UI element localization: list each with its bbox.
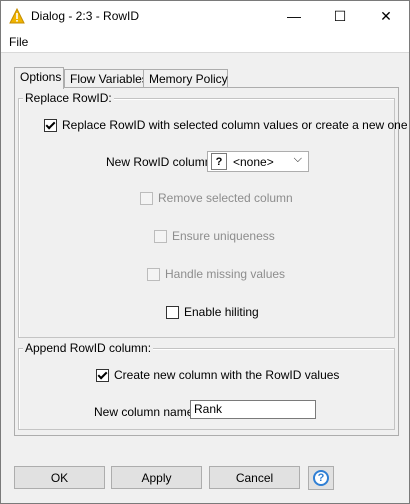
new-column-name-label: New column name: (94, 405, 197, 419)
checkbox-box[interactable] (166, 305, 179, 319)
new-rowid-column-select[interactable]: ? <none> ⌵ (207, 151, 309, 172)
window-title: Dialog - 2:3 - RowID (31, 9, 140, 23)
append-rowid-group-title: Append RowID column: (23, 341, 154, 355)
replace-rowid-label: Replace RowID with selected column value… (62, 118, 408, 132)
cancel-button[interactable]: Cancel (209, 466, 300, 489)
apply-button[interactable]: Apply (111, 466, 202, 489)
remove-selected-column-label: Remove selected column (158, 191, 293, 205)
help-icon: ? (313, 470, 329, 486)
tab-flow-variables[interactable]: Flow Variables (64, 69, 155, 88)
options-panel: Replace RowID: Replace RowID with select… (14, 87, 408, 436)
ensure-uniqueness-checkbox[interactable]: Ensure uniqueness (154, 229, 275, 243)
tab-options[interactable]: Options (14, 67, 64, 89)
ensure-uniqueness-label: Ensure uniqueness (172, 229, 275, 243)
knime-warning-icon (9, 8, 25, 24)
new-rowid-column-value: <none> (233, 154, 274, 169)
ok-label: OK (50, 470, 69, 485)
checkbox-box[interactable] (140, 191, 153, 205)
handle-missing-values-label: Handle missing values (165, 267, 286, 281)
close-button[interactable]: ✕ (363, 1, 409, 31)
maximize-button[interactable]: ☐ (317, 1, 363, 31)
new-rowid-column-label: New RowID column: (106, 155, 215, 169)
handle-missing-values-checkbox[interactable]: Handle missing values (147, 267, 285, 281)
checkbox-box[interactable] (147, 267, 160, 281)
close-icon: ✕ (380, 7, 392, 24)
remove-selected-column-checkbox[interactable]: Remove selected column (140, 191, 293, 205)
help-button[interactable]: ? (308, 466, 334, 490)
cancel-label: Cancel (235, 470, 274, 485)
apply-label: Apply (141, 470, 172, 485)
dialog-window: Dialog - 2:3 - RowID — ☐ ✕ File Options … (0, 0, 410, 504)
append-rowid-group: Append RowID column: Create new column w… (18, 341, 395, 430)
minimize-icon: — (287, 8, 301, 24)
checkbox-box[interactable] (154, 229, 167, 243)
create-new-column-label: Create new column with the RowID values (114, 368, 340, 382)
replace-rowid-group: Replace RowID: Replace RowID with select… (18, 91, 408, 338)
enable-hiliting-label: Enable hiliting (184, 305, 259, 319)
title-bar[interactable]: Dialog - 2:3 - RowID — ☐ ✕ (1, 1, 409, 31)
create-new-column-checkbox[interactable]: Create new column with the RowID values (96, 368, 339, 382)
replace-rowid-group-title: Replace RowID: (23, 91, 114, 105)
replace-rowid-checkbox[interactable]: Replace RowID with selected column value… (44, 118, 408, 132)
tab-memory-policy[interactable]: Memory Policy (143, 69, 228, 88)
checkbox-box[interactable] (96, 368, 109, 382)
unknown-type-icon: ? (211, 153, 227, 170)
enable-hiliting-checkbox[interactable]: Enable hiliting (166, 305, 259, 319)
menu-file[interactable]: File (9, 35, 28, 49)
new-column-name-input[interactable] (190, 400, 316, 419)
maximize-icon: ☐ (333, 7, 347, 24)
menu-bar: File (1, 31, 409, 53)
minimize-button[interactable]: — (271, 1, 317, 31)
ok-button[interactable]: OK (14, 466, 105, 489)
chevron-down-icon: ⌵ (293, 153, 302, 165)
checkbox-box[interactable] (44, 118, 57, 132)
